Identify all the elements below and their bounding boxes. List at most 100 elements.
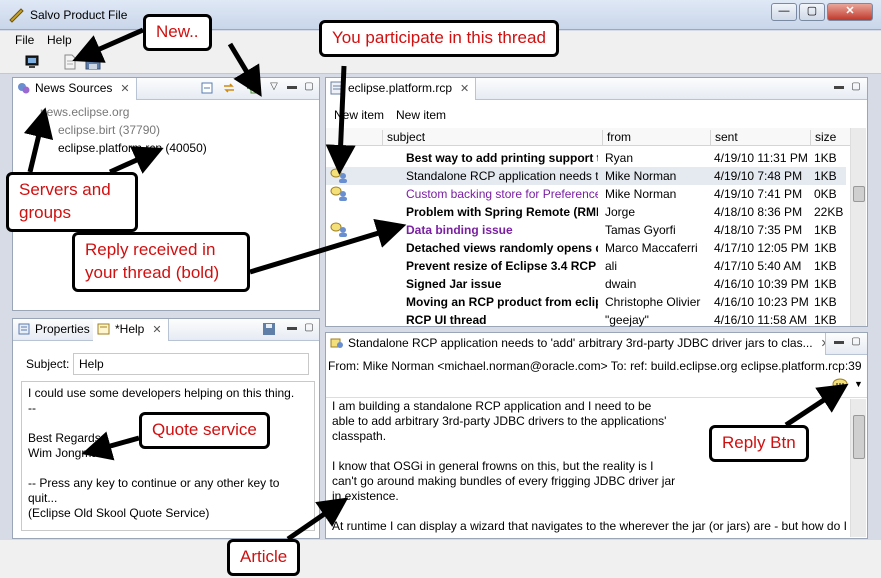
tree-group-rcp[interactable]: eclipse.platform.rcp (40050) <box>58 141 207 155</box>
tab-article[interactable]: Standalone RCP application needs to 'add… <box>326 333 826 355</box>
scrollbar-thumb[interactable] <box>853 186 865 202</box>
article-scrollbar[interactable] <box>850 399 866 537</box>
column-subject[interactable]: subject <box>382 130 604 146</box>
table-row[interactable]: Signed Jar issue dwain 4/16/10 10:39 PM 1KB <box>326 275 846 293</box>
annotation-article: Article <box>227 539 301 576</box>
close-icon[interactable]: ✕ <box>152 324 161 336</box>
close-button[interactable]: ✕ <box>827 3 873 21</box>
new-file-icon[interactable] <box>62 54 78 70</box>
cell-subject: Prevent resize of Eclipse 3.4 RCP A <box>406 259 598 273</box>
tab-article-label: Standalone RCP application needs to 'add… <box>348 336 813 350</box>
cell-subject: Standalone RCP application needs to <box>406 169 598 183</box>
monitor-icon[interactable] <box>24 54 40 70</box>
thread-table-body: Best way to add printing support to Ryan 4… <box>326 149 850 327</box>
table-row[interactable]: Detached views randomly opens do Marco Ma… <box>326 239 846 257</box>
table-row[interactable]: RCP UI thread "geejay" 4/16/10 11:58 AM 1KB <box>326 311 846 327</box>
cell-from: dwain <box>605 277 637 291</box>
menu-help[interactable]: Help <box>47 33 72 47</box>
maximize-view-icon[interactable]: ▢ <box>303 82 315 94</box>
close-icon[interactable]: ✕ <box>460 83 469 95</box>
table-row[interactable]: Problem with Spring Remote (RMI Jorge 4/18… <box>326 203 846 221</box>
tab-eclipse-platform-rcp[interactable]: eclipse.platform.rcp ✕ <box>326 78 477 100</box>
cell-sent: 4/18/10 8:36 PM <box>714 205 803 219</box>
cell-from: Tamas Gyorfi <box>605 223 676 237</box>
subject-label: Subject: <box>26 357 70 371</box>
collapse-all-icon[interactable] <box>201 82 213 94</box>
link-with-editor-icon[interactable] <box>223 82 235 94</box>
cell-size: 1KB <box>814 241 837 255</box>
cell-from: Ryan <box>605 151 634 165</box>
reply-dropdown-icon[interactable]: ▼ <box>854 379 863 389</box>
column-from[interactable]: from <box>602 130 712 146</box>
cell-from: Mike Norman <box>605 169 677 183</box>
cell-sent: 4/17/10 12:05 PM <box>714 241 808 255</box>
tab-news-sources[interactable]: News Sources ✕ <box>13 78 137 100</box>
message-body-editor[interactable]: I could use some developers helping on t… <box>21 381 315 531</box>
table-row[interactable]: Best way to add printing support to Ryan 4… <box>326 149 846 167</box>
cell-sent: 4/16/10 10:39 PM <box>714 277 808 291</box>
compose-icon <box>97 323 110 335</box>
cell-subject: Moving an RCP product from eclips <box>406 295 598 309</box>
cell-sent: 4/17/10 5:40 AM <box>714 259 802 273</box>
article-icon <box>330 338 343 348</box>
table-row[interactable]: Standalone RCP application needs to Mike … <box>326 167 846 185</box>
newsgroup-icon <box>330 81 344 95</box>
message-line: -- Press any key to continue or any othe… <box>28 476 280 505</box>
minimize-view-icon[interactable]: ▬ <box>833 82 845 94</box>
window-title: Salvo Product File <box>30 8 128 22</box>
tab-help[interactable]: *Help ✕ <box>93 319 169 341</box>
annotation-participate: You participate in this thread <box>319 20 559 57</box>
maximize-view-icon[interactable]: ▢ <box>850 337 862 349</box>
cell-size: 1KB <box>814 223 837 237</box>
cell-sent: 4/19/10 7:48 PM <box>714 169 803 183</box>
cell-from: Mike Norman <box>605 187 677 201</box>
save-icon[interactable] <box>85 54 101 70</box>
annotation-servers: Servers and groups <box>6 172 138 232</box>
news-sources-icon <box>18 83 30 94</box>
scrollbar-thumb[interactable] <box>853 415 865 459</box>
new-server-icon[interactable] <box>247 82 259 94</box>
subject-input[interactable]: Help <box>73 353 309 375</box>
maximize-button[interactable]: ▢ <box>799 3 825 21</box>
cell-subject: RCP UI thread <box>406 313 487 327</box>
maximize-view-icon[interactable]: ▢ <box>850 82 862 94</box>
new-item-action-1[interactable]: New item <box>334 108 384 122</box>
cell-subject: Problem with Spring Remote (RMI <box>406 205 598 219</box>
minimize-button[interactable]: — <box>771 3 797 21</box>
column-size[interactable]: size <box>810 130 850 146</box>
column-sent[interactable]: sent <box>710 130 810 146</box>
minimize-view-icon[interactable]: ▬ <box>833 337 845 349</box>
cell-sent: 4/16/10 11:58 AM <box>714 313 808 327</box>
view-menu-icon[interactable]: ▽ <box>268 82 280 94</box>
annotation-reply-received: Reply received in your thread (bold) <box>72 232 250 292</box>
maximize-view-icon[interactable]: ▢ <box>303 323 315 335</box>
minimize-view-icon[interactable]: ▬ <box>286 82 298 94</box>
cell-subject: Data binding issue <box>406 223 513 237</box>
cell-sent: 4/19/10 7:41 PM <box>714 187 803 201</box>
table-row[interactable]: Data binding issue Tamas Gyorfi 4/18/10 7:… <box>326 221 846 239</box>
app-icon <box>9 8 24 23</box>
cell-size: 22KB <box>814 205 844 219</box>
cell-from: "geejay" <box>605 313 649 327</box>
table-row[interactable]: Prevent resize of Eclipse 3.4 RCP A ali 4/… <box>326 257 846 275</box>
close-icon[interactable]: ✕ <box>120 83 129 95</box>
thread-scrollbar[interactable] <box>850 128 866 326</box>
divider <box>326 397 867 398</box>
save-icon[interactable] <box>263 323 275 335</box>
tab-properties[interactable]: Properties <box>13 319 97 341</box>
status-bar <box>0 540 881 578</box>
table-row[interactable]: Custom backing store for Preference Mike … <box>326 185 846 203</box>
annotation-reply-btn: Reply Btn <box>709 425 809 462</box>
tree-server[interactable]: news.eclipse.org <box>40 105 129 119</box>
tree-group-birt[interactable]: eclipse.birt (37790) <box>58 123 160 137</box>
cell-sent: 4/19/10 11:31 PM <box>714 151 808 165</box>
table-row[interactable]: Moving an RCP product from eclips Christo… <box>326 293 846 311</box>
close-icon[interactable]: ✕ <box>821 338 825 350</box>
minimize-view-icon[interactable]: ▬ <box>286 323 298 335</box>
cell-sent: 4/18/10 7:35 PM <box>714 223 803 237</box>
reply-icon[interactable] <box>832 377 848 393</box>
new-item-action-2[interactable]: New item <box>396 108 446 122</box>
menu-file[interactable]: File <box>15 33 34 47</box>
cell-subject: Custom backing store for Preference <box>406 187 598 201</box>
annotation-new: New.. <box>143 14 212 51</box>
